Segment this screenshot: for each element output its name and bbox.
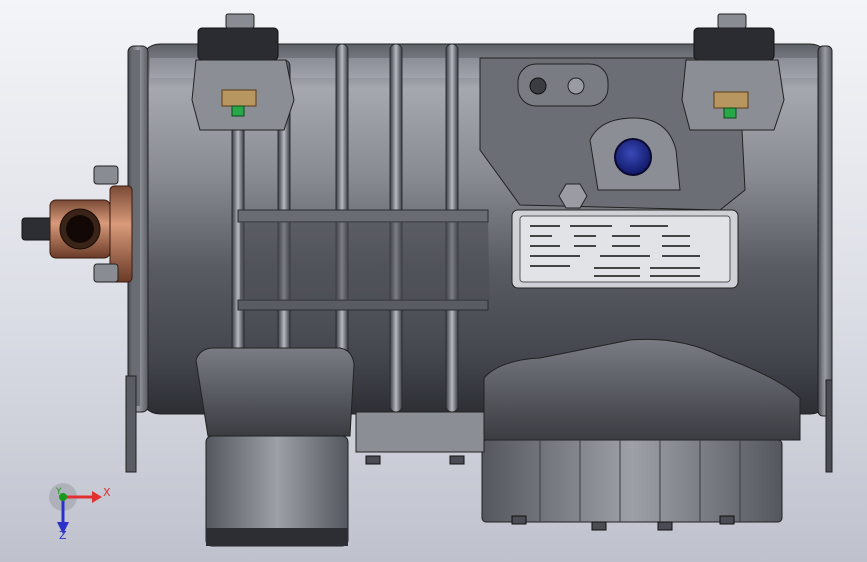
- slot-hole-2: [567, 77, 585, 95]
- sump-mid-plate: [355, 411, 485, 453]
- suction-fitting[interactable]: [21, 165, 133, 283]
- horizontal-band-upper: [237, 209, 489, 223]
- horizontal-band-lower: [237, 299, 489, 311]
- cad-viewport[interactable]: X Y Z: [0, 0, 867, 562]
- blue-port[interactable]: [614, 138, 652, 176]
- compressor-model[interactable]: [0, 0, 867, 562]
- right-end-plate[interactable]: [825, 379, 833, 473]
- oil-sump[interactable]: [481, 439, 783, 523]
- terminal-box[interactable]: [195, 347, 355, 437]
- mount-foot-right[interactable]: [681, 13, 785, 131]
- triad-z-label: Z: [59, 529, 67, 542]
- mount-foot-left[interactable]: [191, 13, 295, 131]
- triad-x-label: X: [103, 486, 111, 499]
- nameplate[interactable]: [511, 209, 739, 289]
- center-casting: [240, 222, 490, 300]
- left-cap-bolt-strip: [132, 50, 140, 406]
- terminal-box-base: [206, 528, 348, 546]
- triad-y-label: Y: [56, 487, 62, 497]
- triad-x-arrow: [92, 491, 102, 503]
- right-end-cap[interactable]: [817, 45, 833, 417]
- left-bracket[interactable]: [125, 375, 137, 473]
- slot-hole-1: [529, 77, 547, 95]
